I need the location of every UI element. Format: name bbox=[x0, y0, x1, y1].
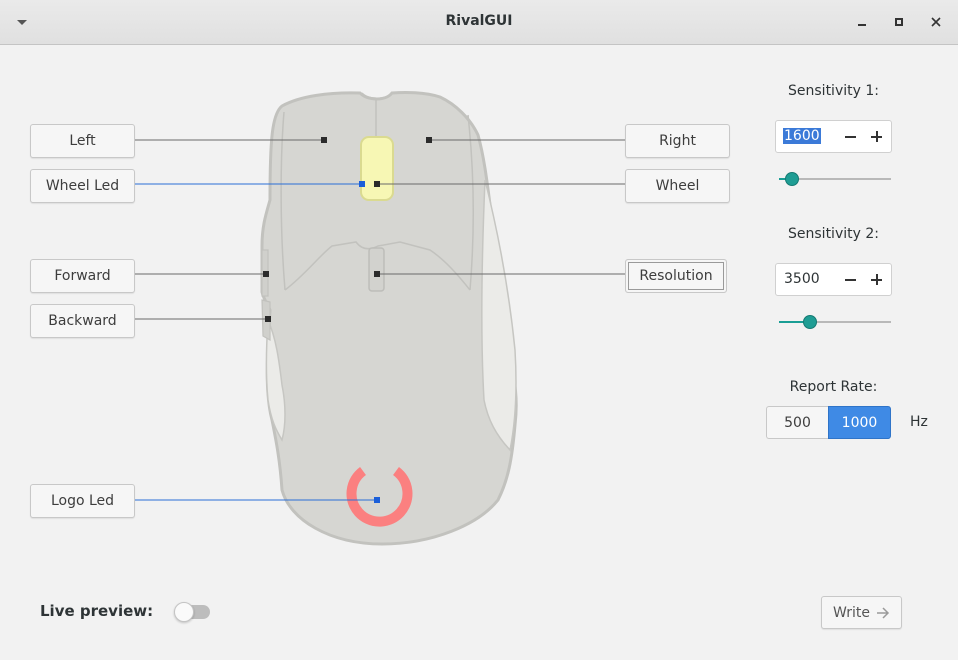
maximize-button[interactable] bbox=[887, 10, 911, 34]
resolution-button[interactable]: Resolution bbox=[625, 259, 727, 293]
right-anchor bbox=[426, 137, 432, 143]
maximize-icon bbox=[895, 18, 903, 26]
report-rate-selector: 500 1000 bbox=[766, 406, 891, 439]
resolution-anchor bbox=[374, 271, 380, 277]
wheel-anchor bbox=[374, 181, 380, 187]
backward-button[interactable]: Backward bbox=[30, 304, 135, 338]
write-button[interactable]: Write bbox=[821, 596, 902, 629]
plus-icon[interactable] bbox=[868, 127, 884, 147]
report-rate-option-500[interactable]: 500 bbox=[766, 406, 828, 439]
mouse-wheel bbox=[360, 136, 394, 201]
switch-knob[interactable] bbox=[174, 602, 194, 622]
arrow-right-icon bbox=[876, 606, 890, 619]
sensitivity1-label: Sensitivity 1: bbox=[788, 83, 879, 99]
live-preview-switch[interactable] bbox=[174, 602, 212, 622]
sensitivity1-slider[interactable] bbox=[779, 172, 891, 186]
close-icon bbox=[931, 17, 941, 27]
minimize-icon bbox=[858, 24, 866, 26]
slider-knob[interactable] bbox=[785, 172, 799, 186]
minimize-button[interactable] bbox=[850, 10, 874, 34]
left-anchor bbox=[321, 137, 327, 143]
sensitivity2-label: Sensitivity 2: bbox=[788, 226, 879, 242]
mouse-side-right bbox=[481, 179, 517, 452]
mouse-diagram bbox=[135, 91, 625, 546]
slider-knob[interactable] bbox=[803, 315, 817, 329]
report-rate-label: Report Rate: bbox=[789, 379, 878, 395]
minus-icon[interactable] bbox=[842, 270, 858, 290]
title-bar: RivalGUI bbox=[0, 0, 958, 45]
sensitivity1-spinbox[interactable]: 1600 bbox=[775, 120, 892, 153]
report-rate-unit: Hz bbox=[910, 414, 928, 430]
right-button[interactable]: Right bbox=[625, 124, 730, 158]
logo-led-button[interactable]: Logo Led bbox=[30, 484, 135, 518]
wheel-led-anchor bbox=[359, 181, 365, 187]
logo-led-anchor bbox=[374, 497, 380, 503]
close-button[interactable] bbox=[924, 10, 948, 34]
plus-icon[interactable] bbox=[868, 270, 884, 290]
resolution-switch bbox=[368, 247, 385, 292]
sensitivity2-spinbox[interactable]: 3500 bbox=[775, 263, 892, 296]
sensitivity1-value[interactable]: 1600 bbox=[783, 128, 821, 144]
sensitivity2-slider[interactable] bbox=[779, 315, 891, 329]
live-preview-label: Live preview: bbox=[40, 602, 154, 620]
forward-button[interactable]: Forward bbox=[30, 259, 135, 293]
wheel-led-button[interactable]: Wheel Led bbox=[30, 169, 135, 203]
forward-anchor bbox=[263, 271, 269, 277]
report-rate-option-1000[interactable]: 1000 bbox=[828, 406, 891, 439]
left-button[interactable]: Left bbox=[30, 124, 135, 158]
sensitivity2-value[interactable]: 3500 bbox=[783, 271, 821, 287]
wheel-button[interactable]: Wheel bbox=[625, 169, 730, 203]
backward-anchor bbox=[265, 316, 271, 322]
minus-icon[interactable] bbox=[842, 127, 858, 147]
write-button-label: Write bbox=[833, 604, 870, 621]
window-title: RivalGUI bbox=[445, 13, 513, 29]
